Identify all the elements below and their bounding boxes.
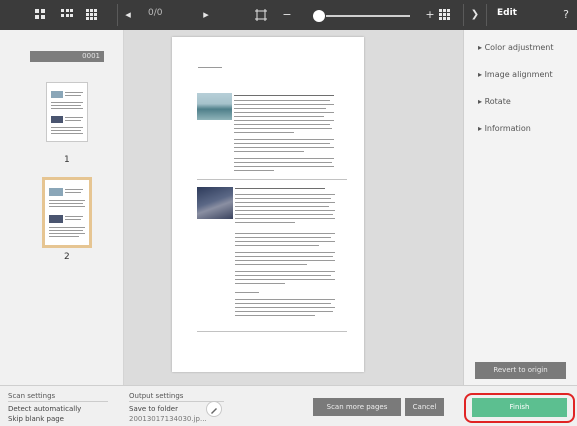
- text-line: [235, 315, 315, 316]
- text-line: [234, 158, 334, 159]
- output-save-to-folder: Save to folder: [129, 405, 178, 413]
- information-label: Information: [484, 124, 531, 133]
- text-line: [235, 271, 335, 272]
- sea-photo-image: [197, 93, 232, 120]
- toolbar-divider: [486, 4, 487, 26]
- text-line: [235, 307, 335, 308]
- text-line: [234, 147, 334, 148]
- edit-output-settings-button[interactable]: [206, 401, 222, 417]
- information-item[interactable]: ▸ Information: [478, 124, 531, 133]
- page-counter: 0/0: [148, 8, 163, 18]
- collapse-panel-icon[interactable]: ❯: [469, 7, 481, 23]
- thumbnail-page-2[interactable]: [42, 177, 92, 248]
- image-alignment-item[interactable]: ▸ Image alignment: [478, 70, 553, 79]
- text-line: [198, 67, 222, 68]
- text-line: [234, 132, 294, 133]
- next-page-icon[interactable]: ▸: [199, 7, 213, 23]
- finish-button[interactable]: Finish: [472, 398, 567, 417]
- text-line: [235, 214, 333, 215]
- divider: [8, 401, 108, 402]
- zoom-slider-thumb[interactable]: [313, 10, 325, 22]
- edit-panel: [463, 30, 577, 385]
- toolbar-divider: [117, 4, 118, 26]
- text-line: [235, 275, 331, 276]
- toolbar-divider: [463, 4, 464, 26]
- document-page-preview: [172, 37, 364, 372]
- zoom-in-icon[interactable]: +: [425, 7, 435, 23]
- zoom-out-icon[interactable]: −: [280, 7, 294, 23]
- thumbnail-grid-icon[interactable]: [439, 9, 451, 21]
- city-photo-image: [197, 187, 233, 219]
- toolbar: ◂ 0/0 ▸ − + ❯ Edit ?: [0, 0, 577, 30]
- text-line: [235, 202, 335, 203]
- previous-page-icon[interactable]: ◂: [121, 7, 135, 23]
- text-line: [234, 170, 274, 171]
- scan-settings-detect: Detect automatically: [8, 405, 82, 413]
- text-line: [234, 116, 324, 117]
- text-line: [235, 218, 335, 219]
- grid-large-icon[interactable]: [35, 9, 47, 21]
- text-line: [234, 128, 332, 129]
- text-line: [234, 120, 334, 121]
- text-line: [234, 95, 334, 96]
- edit-panel-title: Edit: [497, 8, 517, 18]
- color-adjustment-label: Color adjustment: [484, 43, 554, 52]
- text-line: [235, 210, 335, 211]
- text-line: [235, 303, 331, 304]
- thumbnail-batch-tag: 0001: [30, 51, 104, 62]
- scan-settings-skip-blank: Skip blank page: [8, 415, 64, 423]
- text-line: [235, 311, 333, 312]
- text-line: [234, 124, 330, 125]
- text-line: [235, 222, 295, 223]
- text-line: [234, 104, 334, 105]
- image-alignment-label: Image alignment: [484, 70, 553, 79]
- text-line: [234, 166, 334, 167]
- rotate-item[interactable]: ▸ Rotate: [478, 97, 511, 106]
- scan-settings-label: Scan settings: [8, 392, 56, 400]
- text-line: [235, 299, 335, 300]
- text-line: [235, 233, 335, 234]
- text-line: [235, 279, 335, 280]
- text-line: [235, 292, 259, 293]
- pencil-icon: [211, 408, 217, 414]
- grid-small-icon[interactable]: [86, 9, 98, 21]
- text-line: [234, 100, 330, 101]
- output-filename: 20013017134030.jp...: [129, 415, 207, 423]
- text-line: [234, 151, 304, 152]
- text-line: [235, 283, 285, 284]
- text-line: [235, 188, 325, 189]
- fit-to-window-icon[interactable]: [255, 9, 267, 21]
- divider: [197, 331, 347, 332]
- text-line: [235, 245, 319, 246]
- revert-to-origin-button[interactable]: Revert to origin: [475, 362, 566, 379]
- text-line: [235, 260, 335, 261]
- help-icon[interactable]: ?: [560, 7, 572, 23]
- text-line: [234, 108, 326, 109]
- text-line: [234, 143, 330, 144]
- cancel-button[interactable]: Cancel: [405, 398, 444, 416]
- text-line: [235, 252, 335, 253]
- rotate-label: Rotate: [484, 97, 511, 106]
- text-line: [235, 198, 331, 199]
- thumbnail-number: 2: [64, 252, 70, 262]
- text-line: [235, 194, 335, 195]
- color-adjustment-item[interactable]: ▸ Color adjustment: [478, 43, 554, 52]
- divider: [197, 179, 347, 180]
- text-line: [235, 264, 307, 265]
- text-line: [235, 256, 333, 257]
- text-line: [235, 206, 329, 207]
- text-line: [235, 237, 331, 238]
- grid-medium-icon[interactable]: [61, 9, 73, 21]
- output-settings-label: Output settings: [129, 392, 184, 400]
- scan-more-pages-button[interactable]: Scan more pages: [313, 398, 401, 416]
- text-line: [234, 162, 332, 163]
- text-line: [235, 241, 335, 242]
- thumbnail-number: 1: [64, 155, 70, 165]
- thumbnail-page-1[interactable]: [46, 82, 88, 142]
- zoom-slider-track[interactable]: [326, 15, 410, 17]
- text-line: [234, 112, 334, 113]
- text-line: [234, 139, 334, 140]
